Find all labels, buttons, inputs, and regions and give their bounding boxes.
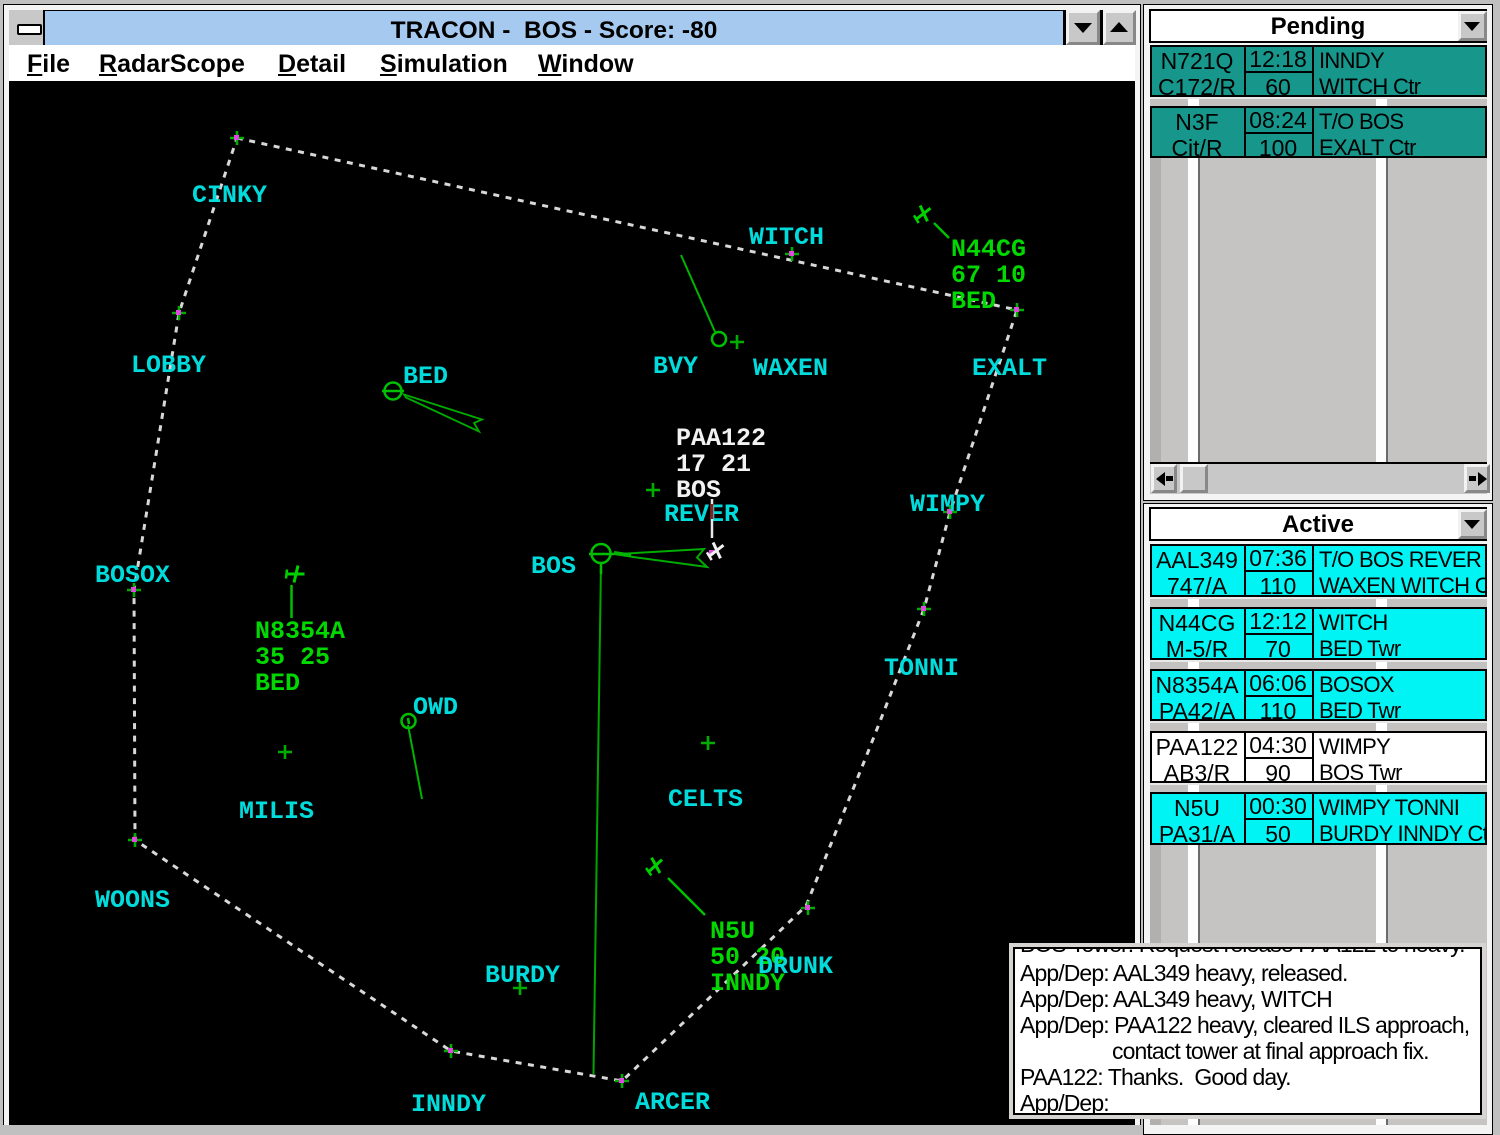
svg-text:MILIS: MILIS bbox=[239, 797, 314, 826]
svg-text:CINKY: CINKY bbox=[192, 181, 267, 210]
svg-text:BURDY: BURDY bbox=[485, 961, 560, 990]
svg-text:WOONS: WOONS bbox=[95, 886, 170, 915]
svg-text:TONNI: TONNI bbox=[884, 654, 959, 683]
svg-text:BVY: BVY bbox=[653, 352, 698, 381]
svg-text:BED: BED bbox=[403, 362, 448, 391]
svg-text:BOSOX: BOSOX bbox=[95, 561, 170, 590]
svg-text:INNDY: INNDY bbox=[411, 1090, 486, 1119]
svg-text:CELTS: CELTS bbox=[668, 785, 743, 814]
svg-text:BOS: BOS bbox=[531, 552, 576, 581]
svg-text:WITCH: WITCH bbox=[749, 223, 824, 252]
svg-text:WIMPY: WIMPY bbox=[910, 490, 985, 519]
svg-text:LOBBY: LOBBY bbox=[131, 351, 206, 380]
svg-text:35 25: 35 25 bbox=[255, 643, 330, 672]
svg-text:DRUNK: DRUNK bbox=[758, 952, 833, 981]
svg-text:17 21: 17 21 bbox=[676, 450, 751, 479]
svg-text:ARCER: ARCER bbox=[635, 1088, 710, 1117]
svg-text:BED: BED bbox=[951, 287, 996, 316]
svg-text:N5U: N5U bbox=[710, 917, 755, 946]
svg-text:WAXEN: WAXEN bbox=[753, 354, 828, 383]
svg-text:67 10: 67 10 bbox=[951, 261, 1026, 290]
svg-text:REVER: REVER bbox=[664, 500, 739, 529]
svg-text:BED: BED bbox=[255, 669, 300, 698]
svg-text:N44CG: N44CG bbox=[951, 235, 1026, 264]
svg-text:PAA122: PAA122 bbox=[676, 424, 766, 453]
svg-text:N8354A: N8354A bbox=[255, 617, 345, 646]
svg-text:EXALT: EXALT bbox=[972, 354, 1047, 383]
svg-text:OWD: OWD bbox=[413, 693, 458, 722]
